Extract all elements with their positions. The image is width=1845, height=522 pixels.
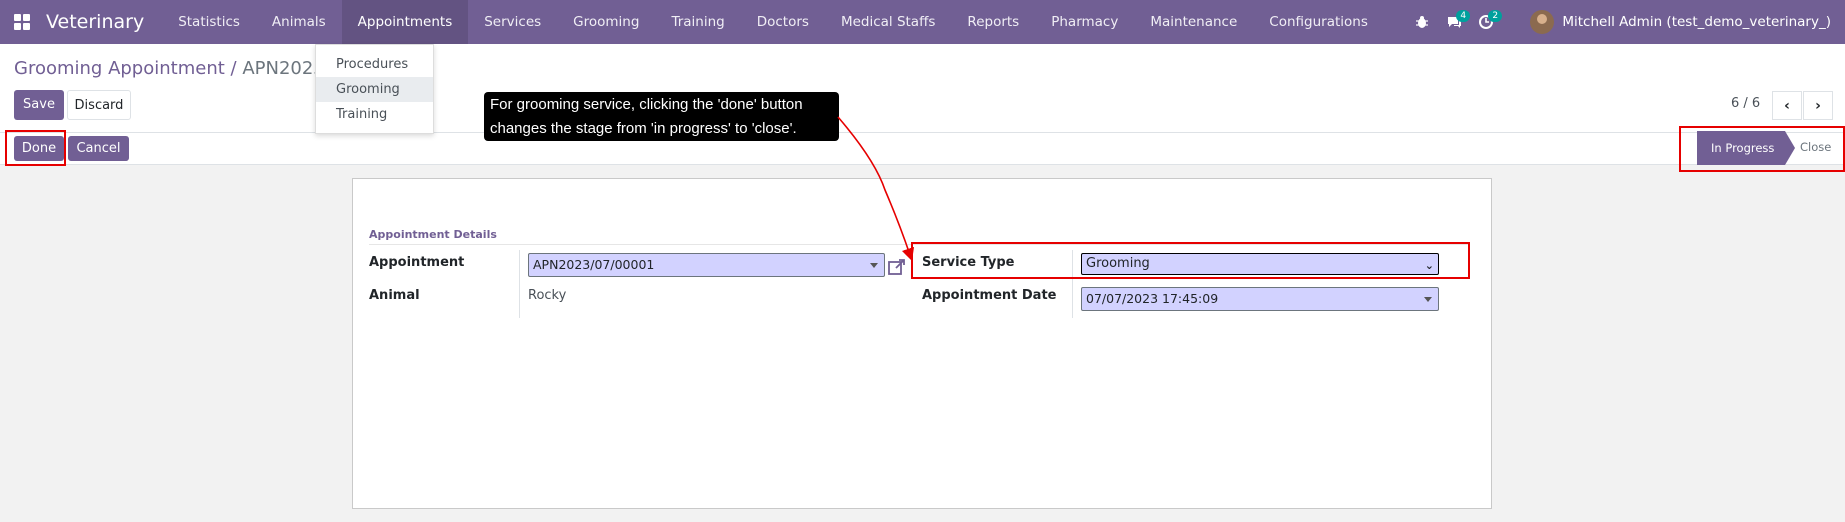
pager-value[interactable]: 6 / 6: [1731, 96, 1760, 111]
breadcrumb-parent[interactable]: Grooming Appointment: [14, 58, 225, 79]
dropdown-item-procedures[interactable]: Procedures: [316, 52, 433, 77]
stage-close[interactable]: Close: [1800, 140, 1831, 154]
nav-training[interactable]: Training: [655, 0, 740, 44]
chevron-down-icon: [870, 263, 878, 268]
chevron-down-icon: [1424, 297, 1432, 302]
nav-maintenance[interactable]: Maintenance: [1134, 0, 1253, 44]
top-navbar: Veterinary Statistics Animals Appointmen…: [0, 0, 1845, 44]
appointment-date-label: Appointment Date: [922, 288, 1057, 303]
label-divider: [519, 250, 520, 318]
external-link-icon[interactable]: [887, 257, 907, 277]
cancel-button[interactable]: Cancel: [68, 136, 129, 161]
chevron-down-icon: ⌄: [1424, 259, 1434, 272]
nav-services[interactable]: Services: [468, 0, 557, 44]
bug-icon[interactable]: [1406, 0, 1438, 44]
discard-button[interactable]: Discard: [67, 90, 131, 120]
tooltip-annotation: For grooming service, clicking the 'done…: [484, 92, 839, 141]
dropdown-item-training[interactable]: Training: [316, 102, 433, 127]
messages-count-badge: 4: [1456, 10, 1471, 22]
nav-pharmacy[interactable]: Pharmacy: [1035, 0, 1134, 44]
nav-statistics[interactable]: Statistics: [162, 0, 256, 44]
nav-doctors[interactable]: Doctors: [741, 0, 825, 44]
activities-count-badge: 2: [1488, 10, 1503, 22]
nav-animals[interactable]: Animals: [256, 0, 342, 44]
app-brand[interactable]: Veterinary: [46, 11, 144, 33]
nav-medical-staffs[interactable]: Medical Staffs: [825, 0, 951, 44]
activity-clock-icon[interactable]: 2: [1470, 0, 1503, 44]
user-menu[interactable]: Mitchell Admin (test_demo_veterinary_): [1562, 14, 1831, 30]
systray: 4 2 Mitchell Admin (test_demo_veterinary…: [1406, 0, 1845, 44]
group-divider: [369, 244, 1469, 245]
appointments-dropdown: Procedures Grooming Training: [315, 44, 434, 134]
save-button[interactable]: Save: [14, 90, 64, 120]
appointment-date-value: 07/07/2023 17:45:09: [1086, 291, 1219, 306]
chevron-left-icon: ‹: [1784, 97, 1790, 114]
service-type-value: Grooming: [1086, 256, 1150, 271]
appointment-date-field[interactable]: 07/07/2023 17:45:09: [1081, 287, 1439, 311]
appointment-value: APN2023/07/00001: [533, 257, 655, 272]
nav-reports[interactable]: Reports: [951, 0, 1035, 44]
service-type-select[interactable]: Grooming ⌄: [1081, 253, 1439, 275]
label-divider-right: [1072, 250, 1073, 318]
nav-appointments[interactable]: Appointments: [341, 0, 469, 44]
stage-arrow: [1785, 131, 1795, 165]
nav-configurations[interactable]: Configurations: [1253, 0, 1384, 44]
group-title: Appointment Details: [369, 228, 497, 241]
nav-grooming[interactable]: Grooming: [557, 0, 655, 44]
chat-icon[interactable]: 4: [1438, 0, 1471, 44]
status-bar: [0, 132, 1845, 165]
stage-in-progress[interactable]: In Progress: [1697, 131, 1785, 165]
service-type-label: Service Type: [922, 255, 1015, 270]
pager-previous-button[interactable]: ‹: [1772, 91, 1802, 120]
dropdown-item-grooming[interactable]: Grooming: [316, 77, 433, 102]
appointment-label: Appointment: [369, 255, 465, 270]
user-avatar[interactable]: [1530, 10, 1555, 34]
breadcrumb-separator: /: [224, 58, 243, 79]
apps-menu-icon[interactable]: [0, 0, 44, 44]
appointment-field[interactable]: APN2023/07/00001: [528, 253, 885, 277]
animal-label: Animal: [369, 288, 420, 303]
chevron-right-icon: ›: [1815, 97, 1821, 114]
pager-next-button[interactable]: ›: [1803, 91, 1833, 120]
breadcrumb: Grooming Appointment / APN2023/07/: [14, 58, 360, 79]
animal-value[interactable]: Rocky: [528, 288, 566, 303]
form-sheet: [352, 178, 1492, 509]
tooltip-line-1: For grooming service, clicking the 'done…: [490, 96, 803, 113]
done-button[interactable]: Done: [14, 136, 64, 161]
tooltip-line-2: changes the stage from 'in progress' to …: [490, 120, 797, 137]
